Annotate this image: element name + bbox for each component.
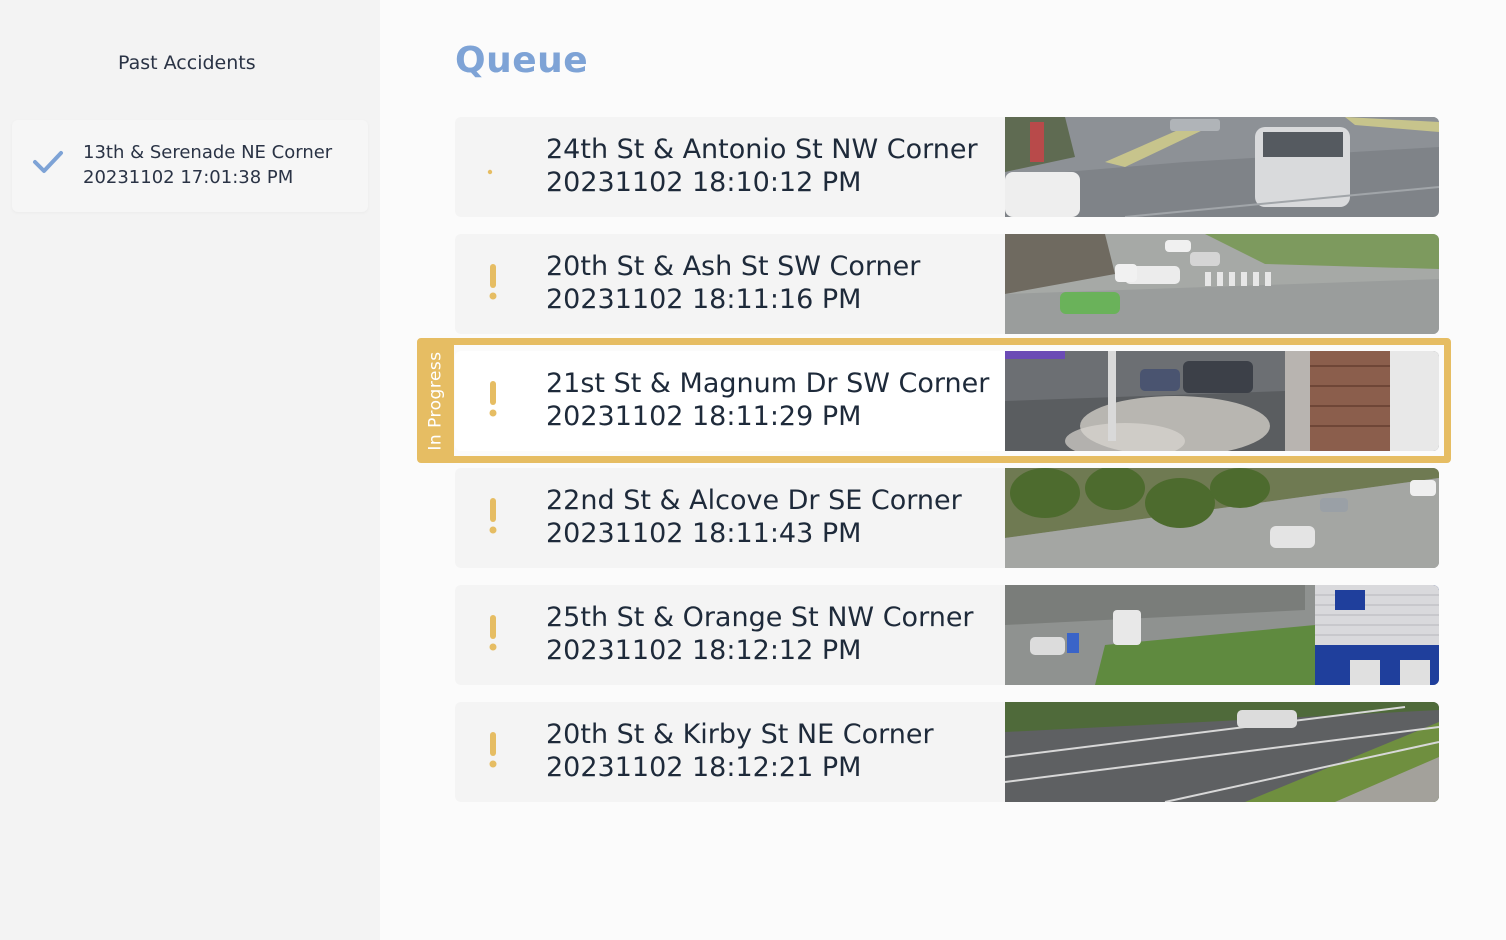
queue-item-time: 20231102 18:11:43 PM — [546, 518, 862, 549]
alert-icon — [489, 264, 497, 300]
queue-item-time: 20231102 18:11:29 PM — [546, 401, 862, 432]
camera-thumbnail[interactable] — [1005, 234, 1439, 334]
alert-icon — [489, 732, 497, 768]
queue-item[interactable]: 25th St & Orange St NW Corner 20231102 1… — [455, 585, 1439, 685]
queue-item-time: 20231102 18:12:21 PM — [546, 752, 862, 783]
alert-icon — [489, 615, 497, 651]
queue-item-location: 24th St & Antonio St NW Corner — [546, 134, 978, 165]
queue-item-location: 25th St & Orange St NW Corner — [546, 602, 974, 633]
queue-item[interactable]: 20th St & Kirby St NE Corner 20231102 18… — [455, 702, 1439, 802]
camera-thumbnail[interactable] — [1005, 117, 1439, 217]
queue-item-time: 20231102 18:11:16 PM — [546, 284, 862, 315]
queue-item[interactable]: 22nd St & Alcove Dr SE Corner 20231102 1… — [455, 468, 1439, 568]
queue-item[interactable]: 20th St & Ash St SW Corner 20231102 18:1… — [455, 234, 1439, 334]
camera-thumbnail[interactable] — [1005, 585, 1439, 685]
queue-list: 24th St & Antonio St NW Corner 20231102 … — [0, 0, 1506, 940]
in-progress-label: In Progress — [419, 338, 452, 463]
alert-icon — [489, 381, 497, 417]
queue-item-location: 20th St & Ash St SW Corner — [546, 251, 921, 282]
queue-item-time: 20231102 18:10:12 PM — [546, 167, 862, 198]
queue-item-in-progress[interactable]: 21st St & Magnum Dr SW Corner 20231102 1… — [455, 351, 1439, 451]
queue-item-location: 22nd St & Alcove Dr SE Corner — [546, 485, 962, 516]
in-progress-text: In Progress — [425, 350, 446, 451]
camera-thumbnail[interactable] — [1005, 351, 1439, 451]
queue-item-location: 21st St & Magnum Dr SW Corner — [546, 368, 990, 399]
camera-thumbnail[interactable] — [1005, 468, 1439, 568]
queue-item-time: 20231102 18:12:12 PM — [546, 635, 862, 666]
alert-icon — [489, 498, 497, 534]
queue-item-location: 20th St & Kirby St NE Corner — [546, 719, 934, 750]
dot-icon — [487, 169, 493, 175]
queue-item[interactable]: 24th St & Antonio St NW Corner 20231102 … — [455, 117, 1439, 217]
camera-thumbnail[interactable] — [1005, 702, 1439, 802]
